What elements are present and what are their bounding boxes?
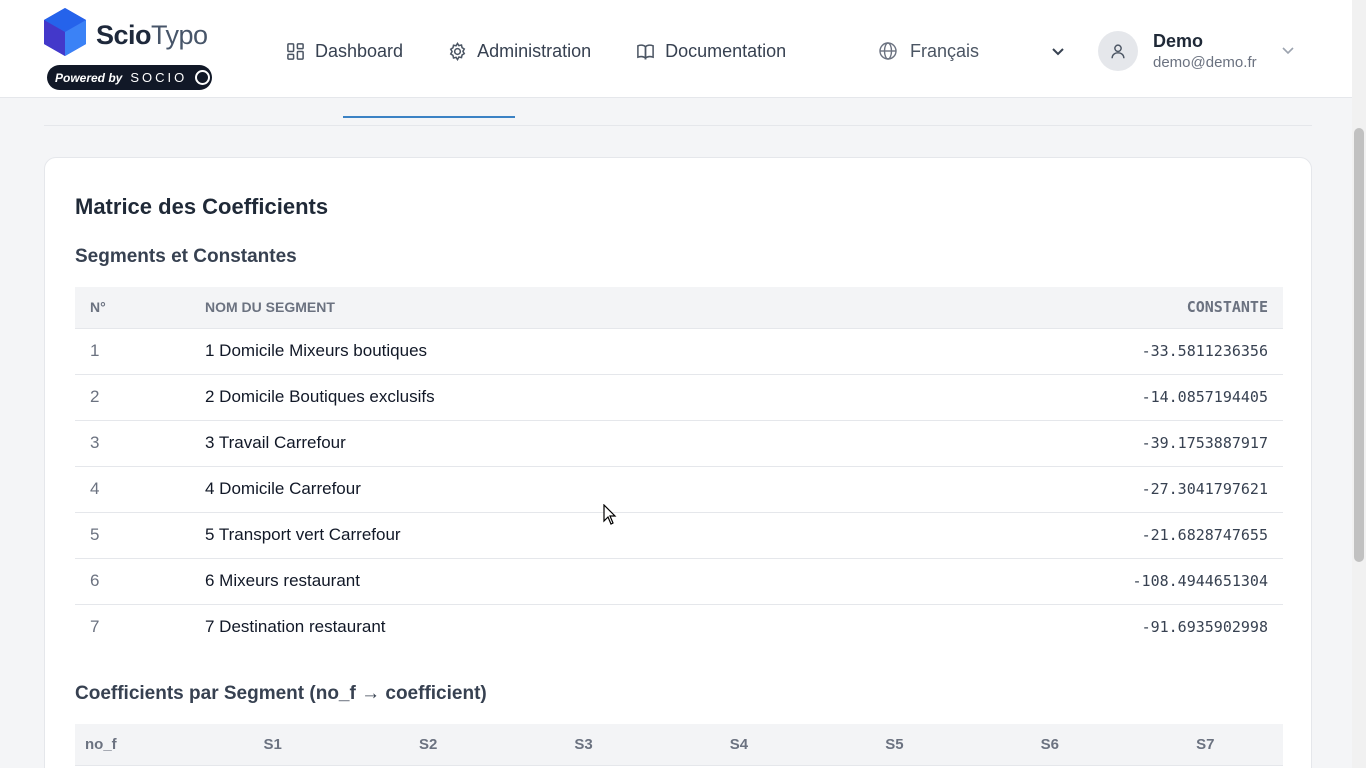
mouse-cursor-icon xyxy=(603,504,617,525)
segment-name: 7 Destination restaurant xyxy=(205,617,386,637)
table-row: 1 1 Domicile Mixeurs boutiques -33.58112… xyxy=(75,328,1283,375)
avatar xyxy=(1098,31,1138,71)
segment-number: 2 xyxy=(75,374,205,421)
page-scrollbar[interactable] xyxy=(1352,0,1366,768)
header-constant[interactable]: CONSTANTE xyxy=(856,287,1283,329)
tabs-divider xyxy=(44,125,1312,126)
page-title: Matrice des Coefficients xyxy=(75,194,329,219)
table-row: 4 4 Domicile Carrefour -27.3041797621 xyxy=(75,466,1283,513)
header-s5[interactable]: S5 xyxy=(816,724,973,766)
active-tab-indicator xyxy=(343,116,515,118)
header-s2[interactable]: S2 xyxy=(350,724,506,766)
segment-constant: -108.4944651304 xyxy=(856,558,1283,605)
segments-table-header: N° NOM DU SEGMENT CONSTANTE xyxy=(75,287,1283,329)
segment-constant: -21.6828747655 xyxy=(856,512,1283,559)
globe-icon xyxy=(879,42,897,60)
segment-name: 2 Domicile Boutiques exclusifs xyxy=(205,374,857,421)
segments-section-title: Segments et Constantes xyxy=(75,246,297,267)
segment-number: 5 xyxy=(75,512,205,559)
chevron-down-icon xyxy=(1052,48,1064,56)
user-icon xyxy=(1111,44,1125,59)
segment-constant: -39.1753887917 xyxy=(856,420,1283,467)
nav-administration[interactable]: Administration xyxy=(448,36,591,66)
header-segment-name[interactable]: NOM DU SEGMENT xyxy=(205,287,857,329)
app-logo[interactable]: ScioTypo Powered by SOCIO xyxy=(44,8,214,92)
segment-name: 1 Domicile Mixeurs boutiques xyxy=(205,328,857,375)
book-icon xyxy=(637,43,654,60)
powered-by-label: Powered by xyxy=(55,70,123,85)
dashboard-icon xyxy=(287,42,304,60)
nav-documentation[interactable]: Documentation xyxy=(636,36,786,66)
segment-number: 1 xyxy=(75,328,205,375)
logo-wordmark: ScioTypo xyxy=(96,20,208,50)
segment-number: 3 xyxy=(75,420,205,467)
segment-constant: -91.6935902998 xyxy=(1141,618,1268,637)
table-row: 5 5 Transport vert Carrefour -21.6828747… xyxy=(75,512,1283,559)
user-email: demo@demo.fr xyxy=(1153,54,1257,71)
segment-constant: -14.0857194405 xyxy=(856,374,1283,421)
coefficients-table-header: no_f S1 S2 S3 S4 S5 S6 S7 xyxy=(75,724,1283,766)
segment-name: 6 Mixeurs restaurant xyxy=(205,558,857,605)
nav-dashboard-label: Dashboard xyxy=(315,40,404,61)
user-menu[interactable]: Demo demo@demo.fr xyxy=(1098,28,1308,74)
coefficients-table: no_f S1 S2 S3 S4 S5 S6 S7 xyxy=(75,724,1283,766)
hexagon-logo-icon xyxy=(44,8,86,56)
header-s4[interactable]: S4 xyxy=(661,724,817,766)
segment-number: 6 xyxy=(75,558,205,605)
table-row: 2 2 Domicile Boutiques exclusifs -14.085… xyxy=(75,374,1283,421)
partner-logo-icon xyxy=(195,70,211,85)
powered-by-badge: Powered by SOCIO xyxy=(47,65,212,90)
segment-name: 3 Travail Carrefour xyxy=(205,420,857,467)
segments-table: N° NOM DU SEGMENT CONSTANTE 1 1 Domicile… xyxy=(75,287,1283,650)
coefficients-section-title: Coefficients par Segment (no_f → coeffic… xyxy=(75,683,487,704)
header-s3[interactable]: S3 xyxy=(505,724,662,766)
nav-documentation-label: Documentation xyxy=(665,40,787,61)
segment-constant: -27.3041797621 xyxy=(856,466,1283,513)
scrollbar-thumb[interactable] xyxy=(1354,128,1364,562)
chevron-down-icon xyxy=(1282,47,1294,55)
user-name: Demo xyxy=(1153,31,1204,51)
nav-dashboard[interactable]: Dashboard xyxy=(286,36,403,66)
nav-administration-label: Administration xyxy=(477,40,592,61)
header-s6[interactable]: S6 xyxy=(972,724,1128,766)
table-row: 7 7 Destination restaurant -91.693590299… xyxy=(75,604,1283,650)
table-row: 3 3 Travail Carrefour -39.1753887917 xyxy=(75,420,1283,467)
top-header: ScioTypo Powered by SOCIO Dashboard Admi… xyxy=(0,0,1352,98)
segment-number: 7 xyxy=(90,617,100,637)
header-s1[interactable]: S1 xyxy=(195,724,351,766)
segment-number: 4 xyxy=(75,466,205,513)
table-row: 6 6 Mixeurs restaurant -108.4944651304 xyxy=(75,558,1283,605)
coefficients-card: Matrice des Coefficients Segments et Con… xyxy=(44,157,1312,768)
header-number[interactable]: N° xyxy=(75,287,205,329)
header-s7[interactable]: S7 xyxy=(1127,724,1283,766)
language-selected: Français xyxy=(910,40,980,61)
segment-constant: -33.5811236356 xyxy=(856,328,1283,375)
segment-name: 4 Domicile Carrefour xyxy=(205,466,857,513)
main-nav: Dashboard Administration Documentation xyxy=(286,36,831,66)
header-no-f[interactable]: no_f xyxy=(75,724,195,766)
language-selector[interactable]: Français xyxy=(878,36,1068,66)
segment-name: 5 Transport vert Carrefour xyxy=(205,512,857,559)
gear-icon xyxy=(449,41,466,61)
partner-name: SOCIO xyxy=(130,70,188,85)
